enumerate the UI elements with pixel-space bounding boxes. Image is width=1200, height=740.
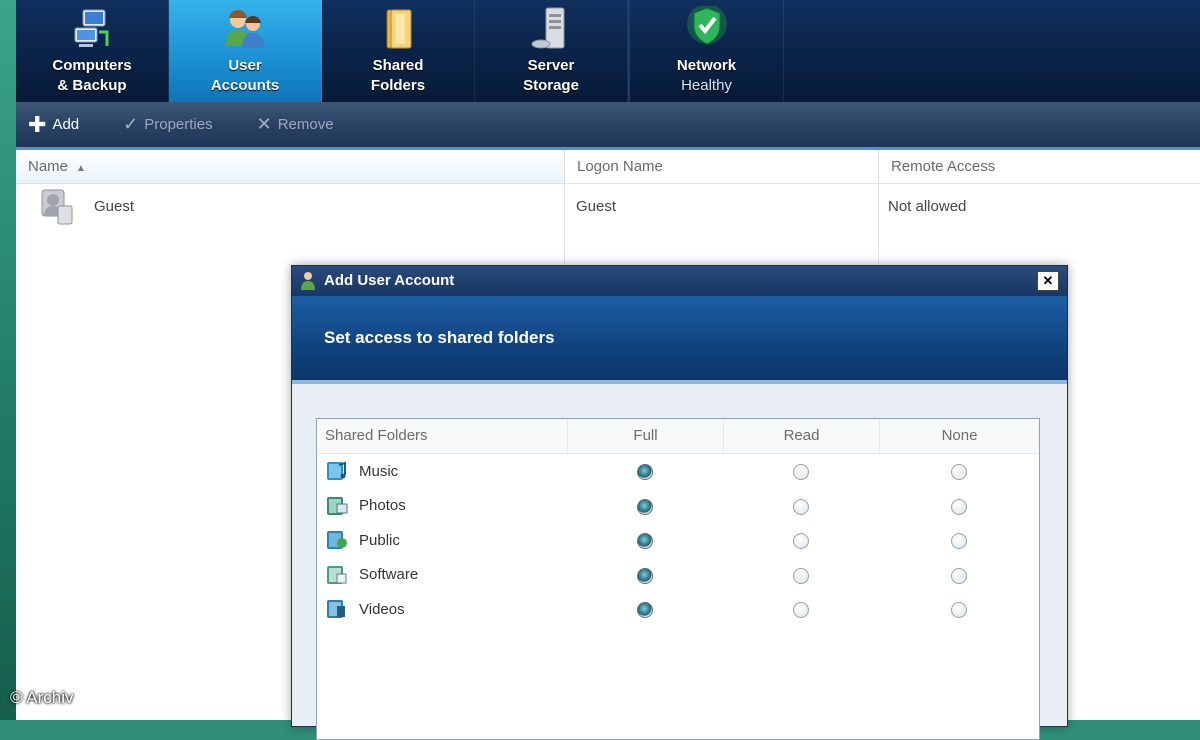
add-user-account-dialog: Add User Account ✕ Set access to shared … bbox=[291, 265, 1068, 740]
full-access-radio[interactable] bbox=[637, 498, 653, 515]
no-access-radio[interactable] bbox=[951, 567, 967, 584]
tab-label-line1: Network bbox=[676, 57, 737, 74]
remove-button[interactable]: ✕ Remove bbox=[257, 114, 334, 135]
folder-cell: Photos bbox=[325, 494, 406, 518]
no-access-radio[interactable] bbox=[951, 498, 967, 515]
tab-shared-folders[interactable]: Shared Folders bbox=[322, 0, 475, 102]
sort-ascending-icon: ▲ bbox=[76, 163, 86, 174]
public-folder-icon bbox=[327, 531, 347, 549]
tab-computers-backup[interactable]: Computers & Backup bbox=[16, 0, 169, 102]
folder-name: Photos bbox=[359, 497, 406, 514]
read-access-radio[interactable] bbox=[793, 533, 809, 549]
add-label: Add bbox=[52, 116, 80, 133]
user-remote-access: Not allowed bbox=[888, 198, 967, 215]
grid-header: Shared Folders Full Read None bbox=[317, 419, 1039, 454]
no-access-radio[interactable] bbox=[951, 464, 967, 480]
close-icon: ✕ bbox=[1042, 273, 1054, 288]
computers-icon bbox=[74, 9, 109, 47]
close-button[interactable]: ✕ bbox=[1037, 271, 1059, 291]
copyright-watermark: © Archiv bbox=[10, 688, 74, 707]
properties-button[interactable]: ✓ Properties bbox=[123, 114, 212, 135]
column-header-read: Read bbox=[723, 419, 879, 453]
full-access-radio[interactable] bbox=[637, 602, 653, 618]
folder-row: Videos bbox=[317, 592, 1039, 627]
photos-folder-icon bbox=[327, 496, 348, 515]
properties-icon: ✓ bbox=[123, 114, 139, 134]
full-access-radio[interactable] bbox=[637, 464, 653, 480]
folder-row: Photos bbox=[317, 489, 1039, 524]
top-navigation: Computers & Backup User Accounts Shared … bbox=[16, 0, 1200, 102]
column-header-shared-folders: Shared Folders bbox=[325, 427, 428, 444]
desktop-background bbox=[0, 0, 16, 720]
tab-label-line2: & Backup bbox=[57, 77, 127, 94]
folder-name: Music bbox=[359, 462, 399, 480]
software-folder-icon bbox=[327, 565, 347, 584]
folder-name: Videos bbox=[359, 600, 405, 618]
tab-user-accounts[interactable]: User Accounts bbox=[169, 0, 322, 102]
column-header-name[interactable]: Name ▲ bbox=[16, 150, 564, 184]
read-access-radio[interactable] bbox=[793, 498, 809, 515]
full-access-radio[interactable] bbox=[637, 533, 653, 549]
folder-cell: Videos bbox=[325, 597, 405, 621]
tab-label-line1: User bbox=[228, 57, 262, 74]
folder-name: Software bbox=[359, 566, 419, 583]
folder-icon bbox=[386, 9, 412, 49]
column-header-remote[interactable]: Remote Access bbox=[878, 150, 1200, 184]
no-access-radio[interactable] bbox=[951, 602, 967, 618]
user-name: Guest bbox=[94, 198, 135, 215]
properties-label: Properties bbox=[144, 116, 213, 133]
full-access-radio[interactable] bbox=[637, 567, 653, 584]
column-divider bbox=[564, 184, 565, 274]
tab-label-line2: Storage bbox=[523, 77, 579, 94]
column-header-none: None bbox=[879, 419, 1039, 453]
list-header: Name ▲ Logon Name Remote Access bbox=[16, 150, 1200, 184]
add-button[interactable]: ✚ Add bbox=[28, 112, 79, 138]
remove-icon: ✕ bbox=[256, 114, 272, 134]
tab-label-line2: Folders bbox=[370, 77, 426, 94]
plus-icon: ✚ bbox=[28, 111, 47, 137]
dialog-title: Add User Account bbox=[324, 272, 455, 289]
tab-label-line1: Shared bbox=[372, 57, 424, 74]
folder-access-grid: Shared Folders Full Read None Music Phot… bbox=[316, 418, 1040, 740]
tab-label-line1: Server bbox=[527, 57, 575, 74]
users-icon bbox=[226, 9, 264, 48]
tab-label-line2: Accounts bbox=[210, 77, 280, 94]
network-status: Healthy bbox=[681, 77, 732, 94]
user-add-icon bbox=[301, 272, 315, 290]
tab-label-line1: Computers bbox=[52, 57, 132, 74]
server-icon bbox=[531, 7, 565, 49]
music-folder-icon bbox=[327, 461, 346, 480]
no-access-radio[interactable] bbox=[951, 533, 967, 549]
column-divider bbox=[878, 184, 879, 274]
folder-cell: Public bbox=[325, 528, 400, 552]
folder-cell: Software bbox=[325, 563, 418, 587]
folder-row: Public bbox=[317, 523, 1039, 558]
read-access-radio[interactable] bbox=[793, 602, 809, 618]
folder-row: Software bbox=[317, 558, 1039, 593]
videos-folder-icon bbox=[327, 600, 345, 618]
dialog-title-bar[interactable]: Add User Account ✕ bbox=[292, 266, 1067, 296]
guest-user-icon bbox=[41, 189, 73, 225]
column-header-logon[interactable]: Logon Name bbox=[564, 150, 878, 184]
folder-name: Public bbox=[359, 531, 400, 549]
toolbar: ✚ Add ✓ Properties ✕ Remove bbox=[16, 102, 1200, 150]
folder-cell: Music bbox=[325, 459, 398, 483]
user-logon-name: Guest bbox=[576, 198, 617, 215]
folder-row: Music bbox=[317, 454, 1039, 489]
shield-check-icon bbox=[686, 6, 727, 45]
dialog-heading: Set access to shared folders bbox=[292, 296, 1067, 384]
tab-network[interactable]: Network Healthy bbox=[628, 0, 784, 102]
read-access-radio[interactable] bbox=[793, 464, 809, 480]
column-header-full: Full bbox=[567, 419, 723, 453]
column-name-label: Name bbox=[28, 158, 69, 175]
remove-label: Remove bbox=[277, 116, 334, 133]
tab-server-storage[interactable]: Server Storage bbox=[475, 0, 628, 102]
read-access-radio[interactable] bbox=[793, 567, 809, 584]
